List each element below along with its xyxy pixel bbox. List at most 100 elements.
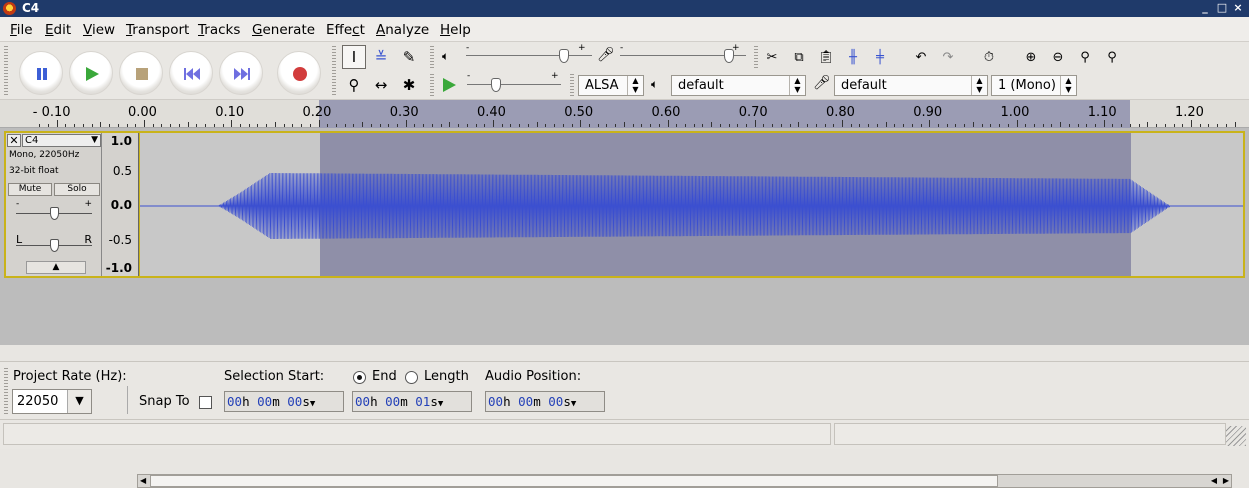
menu-file[interactable]: File: [10, 22, 33, 38]
audio-track[interactable]: ✕ C4 ▼ Mono, 22050Hz 32-bit float Mute S…: [4, 131, 1245, 278]
resize-grip-icon[interactable]: [1226, 426, 1246, 446]
pan-slider[interactable]: L R: [16, 233, 92, 253]
ruler-tick-label: - 0.10: [32, 105, 71, 120]
chevron-down-icon[interactable]: ▼: [67, 390, 91, 413]
envelope-tool[interactable]: ≚: [369, 45, 393, 69]
scale-label: -0.5: [108, 233, 132, 247]
chevron-down-icon[interactable]: ▼: [310, 399, 315, 409]
scroll-left-icon[interactable]: ◀: [1211, 475, 1217, 487]
scroll-right-icon[interactable]: ▶: [1223, 475, 1229, 487]
gain-slider-thumb[interactable]: [49, 207, 59, 220]
close-icon[interactable]: ×: [1232, 2, 1244, 14]
play-button[interactable]: [69, 51, 113, 95]
menu-analyze[interactable]: Analyze: [376, 22, 429, 38]
play-speed-slider[interactable]: - +: [467, 71, 561, 94]
selection-tool[interactable]: I: [342, 45, 366, 69]
ruler-tick-label: 0.20: [302, 105, 332, 120]
pause-button[interactable]: [19, 51, 63, 95]
copy-button[interactable]: ⧉: [787, 45, 811, 69]
close-track-icon[interactable]: ✕: [7, 134, 21, 147]
ruler-minor-tick: [353, 124, 355, 127]
ruler-minor-tick: [1016, 120, 1018, 127]
time-shift-tool[interactable]: ↔: [369, 73, 393, 97]
record-volume-thumb[interactable]: [724, 49, 735, 63]
timeline-ruler[interactable]: - 0.10 0.00 0.10 0.20 0.30 0.40 0.50 0.60 0.70 0.…: [0, 100, 1249, 128]
ruler-minor-tick: [1051, 124, 1053, 127]
menu-view[interactable]: View: [83, 22, 115, 38]
ruler-minor-tick: [126, 124, 128, 127]
redo-button[interactable]: ↷: [936, 45, 960, 69]
sync-lock-button[interactable]: ⏱︎: [977, 45, 1001, 69]
toolbar-grip[interactable]: [4, 46, 8, 96]
menu-effect[interactable]: Effect: [326, 22, 365, 38]
scrollbar-thumb[interactable]: [150, 475, 998, 487]
record-volume-slider[interactable]: - +: [620, 43, 746, 65]
vertical-amplitude-scale[interactable]: 1.0 0.5 0.0 -0.5 -1.0: [102, 133, 139, 276]
toolbar-grip[interactable]: [4, 368, 8, 416]
pause-icon: [37, 68, 47, 80]
zoom-tool[interactable]: ⚲: [342, 73, 366, 97]
ruler-minor-tick: [248, 124, 250, 127]
fit-selection-button[interactable]: ⚲: [1073, 45, 1097, 69]
chevron-down-icon[interactable]: ▼: [438, 399, 443, 409]
menu-edit[interactable]: Edit: [45, 22, 71, 38]
playback-device-select[interactable]: default ▲ ▼: [671, 75, 806, 96]
track-name-menu[interactable]: C4 ▼: [22, 134, 101, 147]
minimize-icon[interactable]: _: [1199, 2, 1211, 14]
gain-slider[interactable]: - +: [16, 199, 92, 223]
ruler-minor-tick: [955, 124, 957, 127]
silence-button[interactable]: ╪: [868, 45, 892, 69]
skip-to-end-button[interactable]: [219, 51, 263, 95]
menu-tracks[interactable]: Tracks: [198, 22, 240, 38]
stop-button[interactable]: [119, 51, 163, 95]
selection-end-time[interactable]: 00h 00m 01s▼: [352, 391, 472, 412]
ruler-minor-tick: [658, 124, 660, 127]
playback-volume-thumb[interactable]: [558, 49, 569, 63]
solo-button[interactable]: Solo: [54, 183, 100, 196]
waveform-display[interactable]: [140, 133, 1243, 276]
scroll-left-icon[interactable]: ◀: [140, 475, 146, 487]
collapse-track-button[interactable]: ▲: [26, 261, 86, 274]
horizontal-scrollbar[interactable]: ◀ ◀ ▶: [137, 474, 1232, 488]
fit-project-button[interactable]: ⚲: [1100, 45, 1124, 69]
chevron-down-icon[interactable]: ▼: [571, 399, 576, 409]
ruler-minor-tick: [667, 120, 669, 127]
zoom-out-button[interactable]: ⊖: [1046, 45, 1070, 69]
draw-tool[interactable]: ✎: [397, 45, 421, 69]
project-rate-combo[interactable]: 22050 ▼: [12, 389, 92, 414]
ruler-minor-tick: [746, 124, 748, 127]
cut-button[interactable]: ✂: [760, 45, 784, 69]
audio-host-select[interactable]: ALSA ▲ ▼: [578, 75, 644, 96]
maximize-icon[interactable]: □: [1216, 2, 1228, 14]
skip-to-start-button[interactable]: [169, 51, 213, 95]
recording-channels-select[interactable]: 1 (Mono) ▲ ▼: [991, 75, 1077, 96]
play-speed-thumb[interactable]: [491, 78, 502, 92]
play-at-speed-button[interactable]: [437, 73, 461, 97]
pan-slider-thumb[interactable]: [49, 239, 59, 252]
zoom-in-button[interactable]: ⊕: [1019, 45, 1043, 69]
zoom-out-icon: ⊖: [1052, 49, 1064, 65]
unit-h: h: [370, 394, 378, 409]
end-radio[interactable]: [353, 371, 366, 384]
audio-position-time[interactable]: 00h 00m 00s▼: [485, 391, 605, 412]
mute-button[interactable]: Mute: [8, 183, 52, 196]
menu-transport[interactable]: Transport: [126, 22, 189, 38]
audacity-app-icon: [3, 2, 16, 15]
menu-help[interactable]: Help: [440, 22, 471, 38]
ruler-minor-tick: [1173, 124, 1175, 127]
length-radio[interactable]: [405, 371, 418, 384]
record-button[interactable]: [277, 51, 321, 95]
seconds: 00: [548, 394, 564, 409]
playback-volume-slider[interactable]: - +: [466, 43, 592, 65]
undo-icon: ↶: [915, 49, 927, 65]
recording-device-select[interactable]: default ▲ ▼: [834, 75, 988, 96]
menu-generate[interactable]: Generate: [252, 22, 315, 38]
hours: 00: [488, 394, 504, 409]
multi-tool[interactable]: ✱: [397, 73, 421, 97]
trim-button[interactable]: ╫: [841, 45, 865, 69]
snap-to-checkbox[interactable]: [199, 396, 212, 409]
paste-button[interactable]: 📋︎: [814, 45, 838, 69]
undo-button[interactable]: ↶: [909, 45, 933, 69]
ruler-minor-tick: [606, 124, 608, 127]
selection-start-time[interactable]: 00h 00m 00s▼: [224, 391, 344, 412]
